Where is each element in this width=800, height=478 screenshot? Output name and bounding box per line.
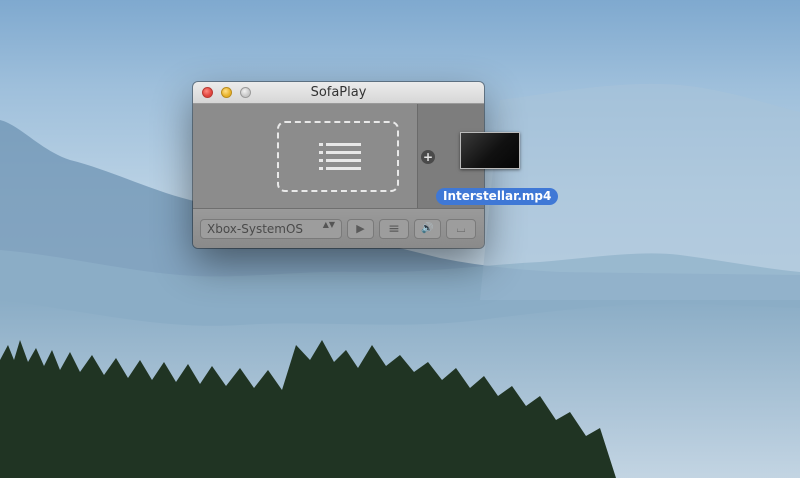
device-select-value: Xbox-SystemOS	[207, 222, 304, 236]
play-button[interactable]: ▶	[347, 219, 374, 239]
subtitles-button[interactable]: ⌴	[446, 219, 476, 239]
sofaplay-window: SofaPlay Xbox-SystemOS ▲▼ ▶ ≡ 🔊 ⌴	[193, 82, 484, 248]
select-arrows-icon: ▲▼	[322, 220, 335, 229]
subtitles-icon: ⌴	[456, 222, 466, 235]
media-drop-area[interactable]	[193, 104, 417, 208]
toolbar: Xbox-SystemOS ▲▼ ▶ ≡ 🔊 ⌴	[193, 208, 484, 248]
play-icon: ▶	[356, 222, 365, 235]
plus-icon: +	[421, 150, 435, 164]
window-title: SofaPlay	[310, 85, 367, 100]
volume-button[interactable]: 🔊	[414, 219, 441, 239]
dragged-file-name[interactable]: Interstellar.mp4	[436, 188, 559, 205]
device-select[interactable]: Xbox-SystemOS ▲▼	[200, 219, 342, 239]
list-icon	[319, 143, 361, 170]
drop-zone[interactable]	[277, 121, 399, 192]
playlist-button[interactable]: ≡	[379, 219, 409, 239]
dragged-file-thumbnail[interactable]	[460, 132, 520, 169]
title-bar[interactable]: SofaPlay	[193, 82, 484, 104]
playlist-icon: ≡	[388, 221, 400, 237]
volume-icon: 🔊	[421, 223, 434, 234]
